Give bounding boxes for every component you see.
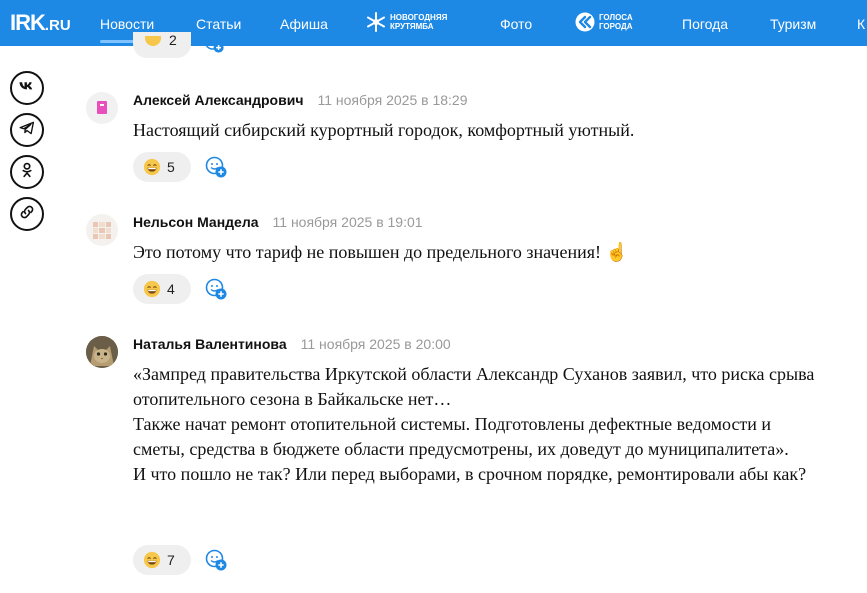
reaction-count: 5	[167, 159, 175, 175]
comment-text: «Зампред правительства Иркутской области…	[133, 362, 823, 487]
promo-golosa-goroda-link[interactable]: голоса города	[575, 12, 633, 32]
reaction-button[interactable]: 4	[133, 274, 191, 304]
grinning-emoji-icon	[143, 158, 161, 176]
promo-krutyamba-line2: крутямба	[390, 22, 434, 31]
comment-author[interactable]: Алексей Александрович	[133, 92, 303, 108]
user-avatar[interactable]	[86, 336, 118, 368]
golosa-goroda-logo-icon	[575, 12, 595, 32]
share-vk-button[interactable]	[10, 71, 44, 105]
nav-item-weather[interactable]: Погода	[682, 16, 728, 32]
nav-item-news[interactable]: Новости	[100, 16, 154, 32]
promo-krutyamba-link[interactable]: Новогодняя крутямба	[366, 12, 447, 32]
add-reaction-icon[interactable]	[204, 548, 228, 572]
grinning-emoji-icon	[143, 280, 161, 298]
user-avatar[interactable]	[86, 214, 118, 246]
promo-krutyamba-line1: Новогодняя	[390, 13, 448, 22]
comment-paragraph: И что пошло не так? Или перед выборами, …	[133, 464, 807, 484]
comment-paragraph: «Зампред правительства Иркутской области…	[133, 364, 815, 409]
comment-text: Настоящий сибирский курортный городок, к…	[133, 118, 823, 143]
comment-paragraph: Также начат ремонт отопительной системы.…	[133, 414, 789, 459]
nav-item-tourism[interactable]: Туризм	[770, 16, 816, 32]
comment-paragraph: Настоящий сибирский курортный городок, к…	[133, 120, 635, 140]
nav-item-articles[interactable]: Статьи	[196, 16, 241, 32]
nav-item-overflow[interactable]: К	[857, 16, 865, 32]
promo-golosa-line1: голоса	[599, 13, 633, 22]
emoji-icon	[145, 36, 161, 46]
telegram-icon	[18, 119, 36, 142]
comment-item: Наталья Валентинова 11 ноября 2025 в 20:…	[86, 336, 846, 581]
comment-author[interactable]: Наталья Валентинова	[133, 336, 287, 352]
nav-item-afisha[interactable]: Афиша	[280, 16, 328, 32]
vk-icon	[18, 77, 36, 100]
reaction-button[interactable]: 7	[133, 545, 191, 575]
copy-link-button[interactable]	[10, 197, 44, 231]
top-navigation-bar: IRK.RU Новости Статьи Афиша Новогодняя кр…	[0, 0, 867, 46]
reaction-count: 4	[167, 281, 175, 297]
grinning-emoji-icon	[143, 551, 161, 569]
share-odnoklassniki-button[interactable]	[10, 155, 44, 189]
share-telegram-button[interactable]	[10, 113, 44, 147]
reaction-button[interactable]: 5	[133, 152, 191, 182]
comment-item: Нельсон Мандела 11 ноября 2025 в 19:01 Э…	[86, 214, 846, 310]
add-reaction-icon[interactable]	[203, 36, 225, 56]
site-logo[interactable]: IRK.RU	[10, 10, 71, 36]
comment-date: 11 ноября 2025 в 18:29	[317, 92, 468, 108]
comment-item: Алексей Александрович 11 ноября 2025 в 1…	[86, 92, 846, 188]
odnoklassniki-icon	[18, 161, 36, 184]
comment-text: Это потому что тариф не повышен до преде…	[133, 240, 823, 265]
comment-date: 11 ноября 2025 в 20:00	[300, 336, 451, 352]
comment-date: 11 ноября 2025 в 19:01	[272, 214, 423, 230]
link-icon	[18, 203, 36, 226]
add-reaction-icon[interactable]	[204, 277, 228, 301]
comment-paragraph: Это потому что тариф не повышен до преде…	[133, 242, 628, 262]
comment-author[interactable]: Нельсон Мандела	[133, 214, 259, 230]
snowflake-icon	[366, 12, 386, 32]
add-reaction-icon[interactable]	[204, 155, 228, 179]
user-avatar[interactable]	[86, 92, 118, 124]
reaction-button[interactable]: 2	[133, 32, 191, 58]
nav-item-photo[interactable]: Фото	[500, 16, 532, 32]
reaction-count: 2	[169, 32, 177, 48]
reaction-count: 7	[167, 552, 175, 568]
promo-golosa-line2: города	[599, 22, 633, 31]
